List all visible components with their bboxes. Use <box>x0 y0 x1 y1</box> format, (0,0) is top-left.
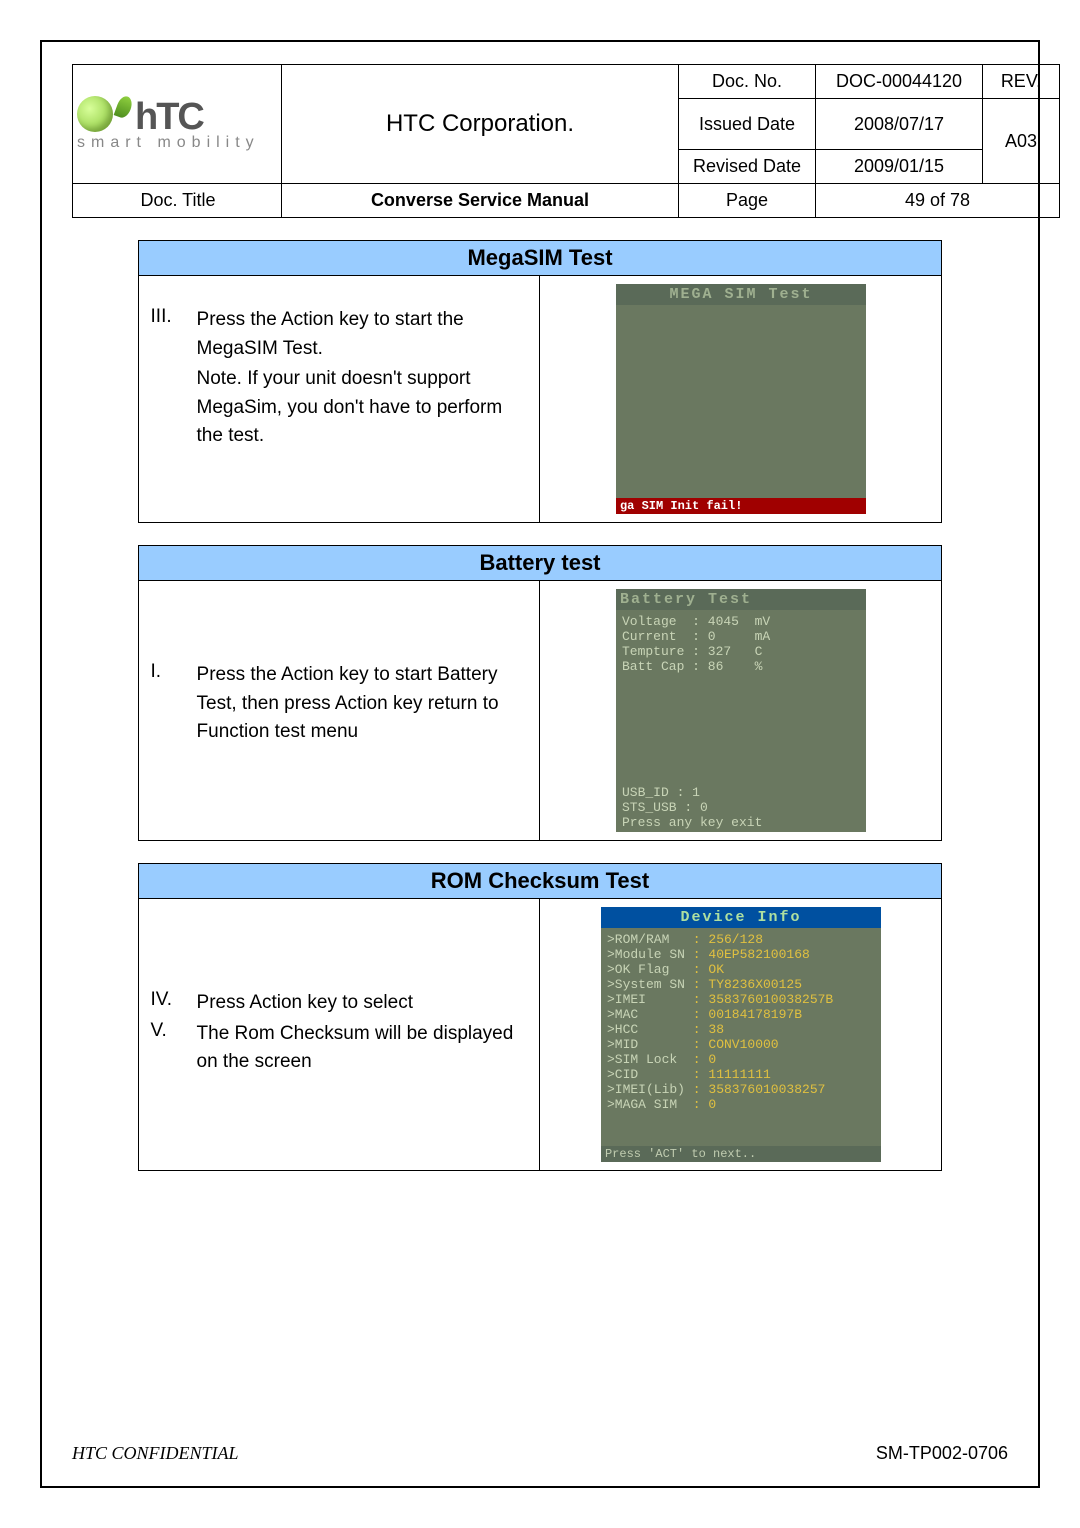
instr-text: The Rom Checksum will be displayed on th… <box>197 1020 528 1077</box>
revised-value: 2009/01/15 <box>816 150 983 184</box>
instr-text: Note. If your unit doesn't support MegaS… <box>197 365 528 451</box>
form-number: SM-TP002-0706 <box>876 1443 1008 1464</box>
screen-title: Device Info <box>601 907 881 928</box>
logo-tagline: smart mobility <box>77 134 260 152</box>
screen-title: MEGA SIM Test <box>616 284 866 305</box>
logo-text: hTC <box>135 102 203 132</box>
doc-header: hTC smart mobility HTC Corporation. Doc.… <box>72 64 1060 218</box>
section-megasim-title: MegaSIM Test <box>138 241 942 276</box>
revised-label: Revised Date <box>679 150 816 184</box>
rom-instructions: IV. Press Action key to select V. The Ro… <box>138 899 540 1171</box>
instr-num: IV. <box>151 989 185 1018</box>
instr-num <box>151 365 185 451</box>
confidential-label: HTC CONFIDENTIAL <box>72 1443 239 1464</box>
instr-num: III. <box>151 306 185 363</box>
doc-no-value: DOC-00044120 <box>816 65 983 99</box>
section-rom-title: ROM Checksum Test <box>138 864 942 899</box>
doc-no-label: Doc. No. <box>679 65 816 99</box>
issued-label: Issued Date <box>679 99 816 150</box>
megasim-instructions: III. Press the Action key to start the M… <box>138 276 540 523</box>
instr-text: Press the Action key to start Battery Te… <box>197 661 528 747</box>
instr-num: V. <box>151 1020 185 1077</box>
issued-value: 2008/07/17 <box>816 99 983 150</box>
logo-globe-icon <box>77 96 113 132</box>
battery-screenshot: Battery Test Voltage : 4045 mV Current :… <box>540 581 942 841</box>
instr-text: Press Action key to select <box>197 989 528 1018</box>
megasim-screenshot: MEGA SIM Test ga SIM Init fail! <box>540 276 942 523</box>
logo-cell: hTC smart mobility <box>73 65 282 184</box>
section-battery-title: Battery test <box>138 546 942 581</box>
page-label: Page <box>679 184 816 218</box>
doc-title-label: Doc. Title <box>73 184 282 218</box>
company-name: HTC Corporation. <box>282 65 679 184</box>
rom-screenshot: Device Info >ROM/RAM : 256/128>Module SN… <box>540 899 942 1171</box>
section-rom: ROM Checksum Test IV. Press Action key t… <box>138 863 943 1171</box>
screen-footer: USB_ID : 1STS_USB : 0Press any key exit <box>616 783 866 832</box>
instr-num: I. <box>151 661 185 747</box>
rev-label: REV. <box>983 65 1060 99</box>
screen-body: Voltage : 4045 mV Current : 0 mA Temptur… <box>616 610 866 783</box>
page-footer: HTC CONFIDENTIAL SM-TP002-0706 <box>72 1443 1008 1464</box>
logo-leaf-icon <box>114 94 135 119</box>
rev-value: A03 <box>983 99 1060 184</box>
screen-title: Battery Test <box>616 589 866 610</box>
screen-footer: ga SIM Init fail! <box>616 498 866 514</box>
screen-body: >ROM/RAM : 256/128>Module SN : 40EP58210… <box>601 928 881 1146</box>
htc-logo: hTC smart mobility <box>77 96 277 152</box>
battery-instructions: I. Press the Action key to start Battery… <box>138 581 540 841</box>
instr-text: Press the Action key to start the MegaSI… <box>197 306 528 363</box>
screen-footer: Press 'ACT' to next.. <box>601 1146 881 1162</box>
doc-title-value: Converse Service Manual <box>282 184 679 218</box>
section-megasim: MegaSIM Test III. Press the Action key t… <box>138 240 943 523</box>
section-battery: Battery test I. Press the Action key to … <box>138 545 943 841</box>
page-value: 49 of 78 <box>816 184 1060 218</box>
